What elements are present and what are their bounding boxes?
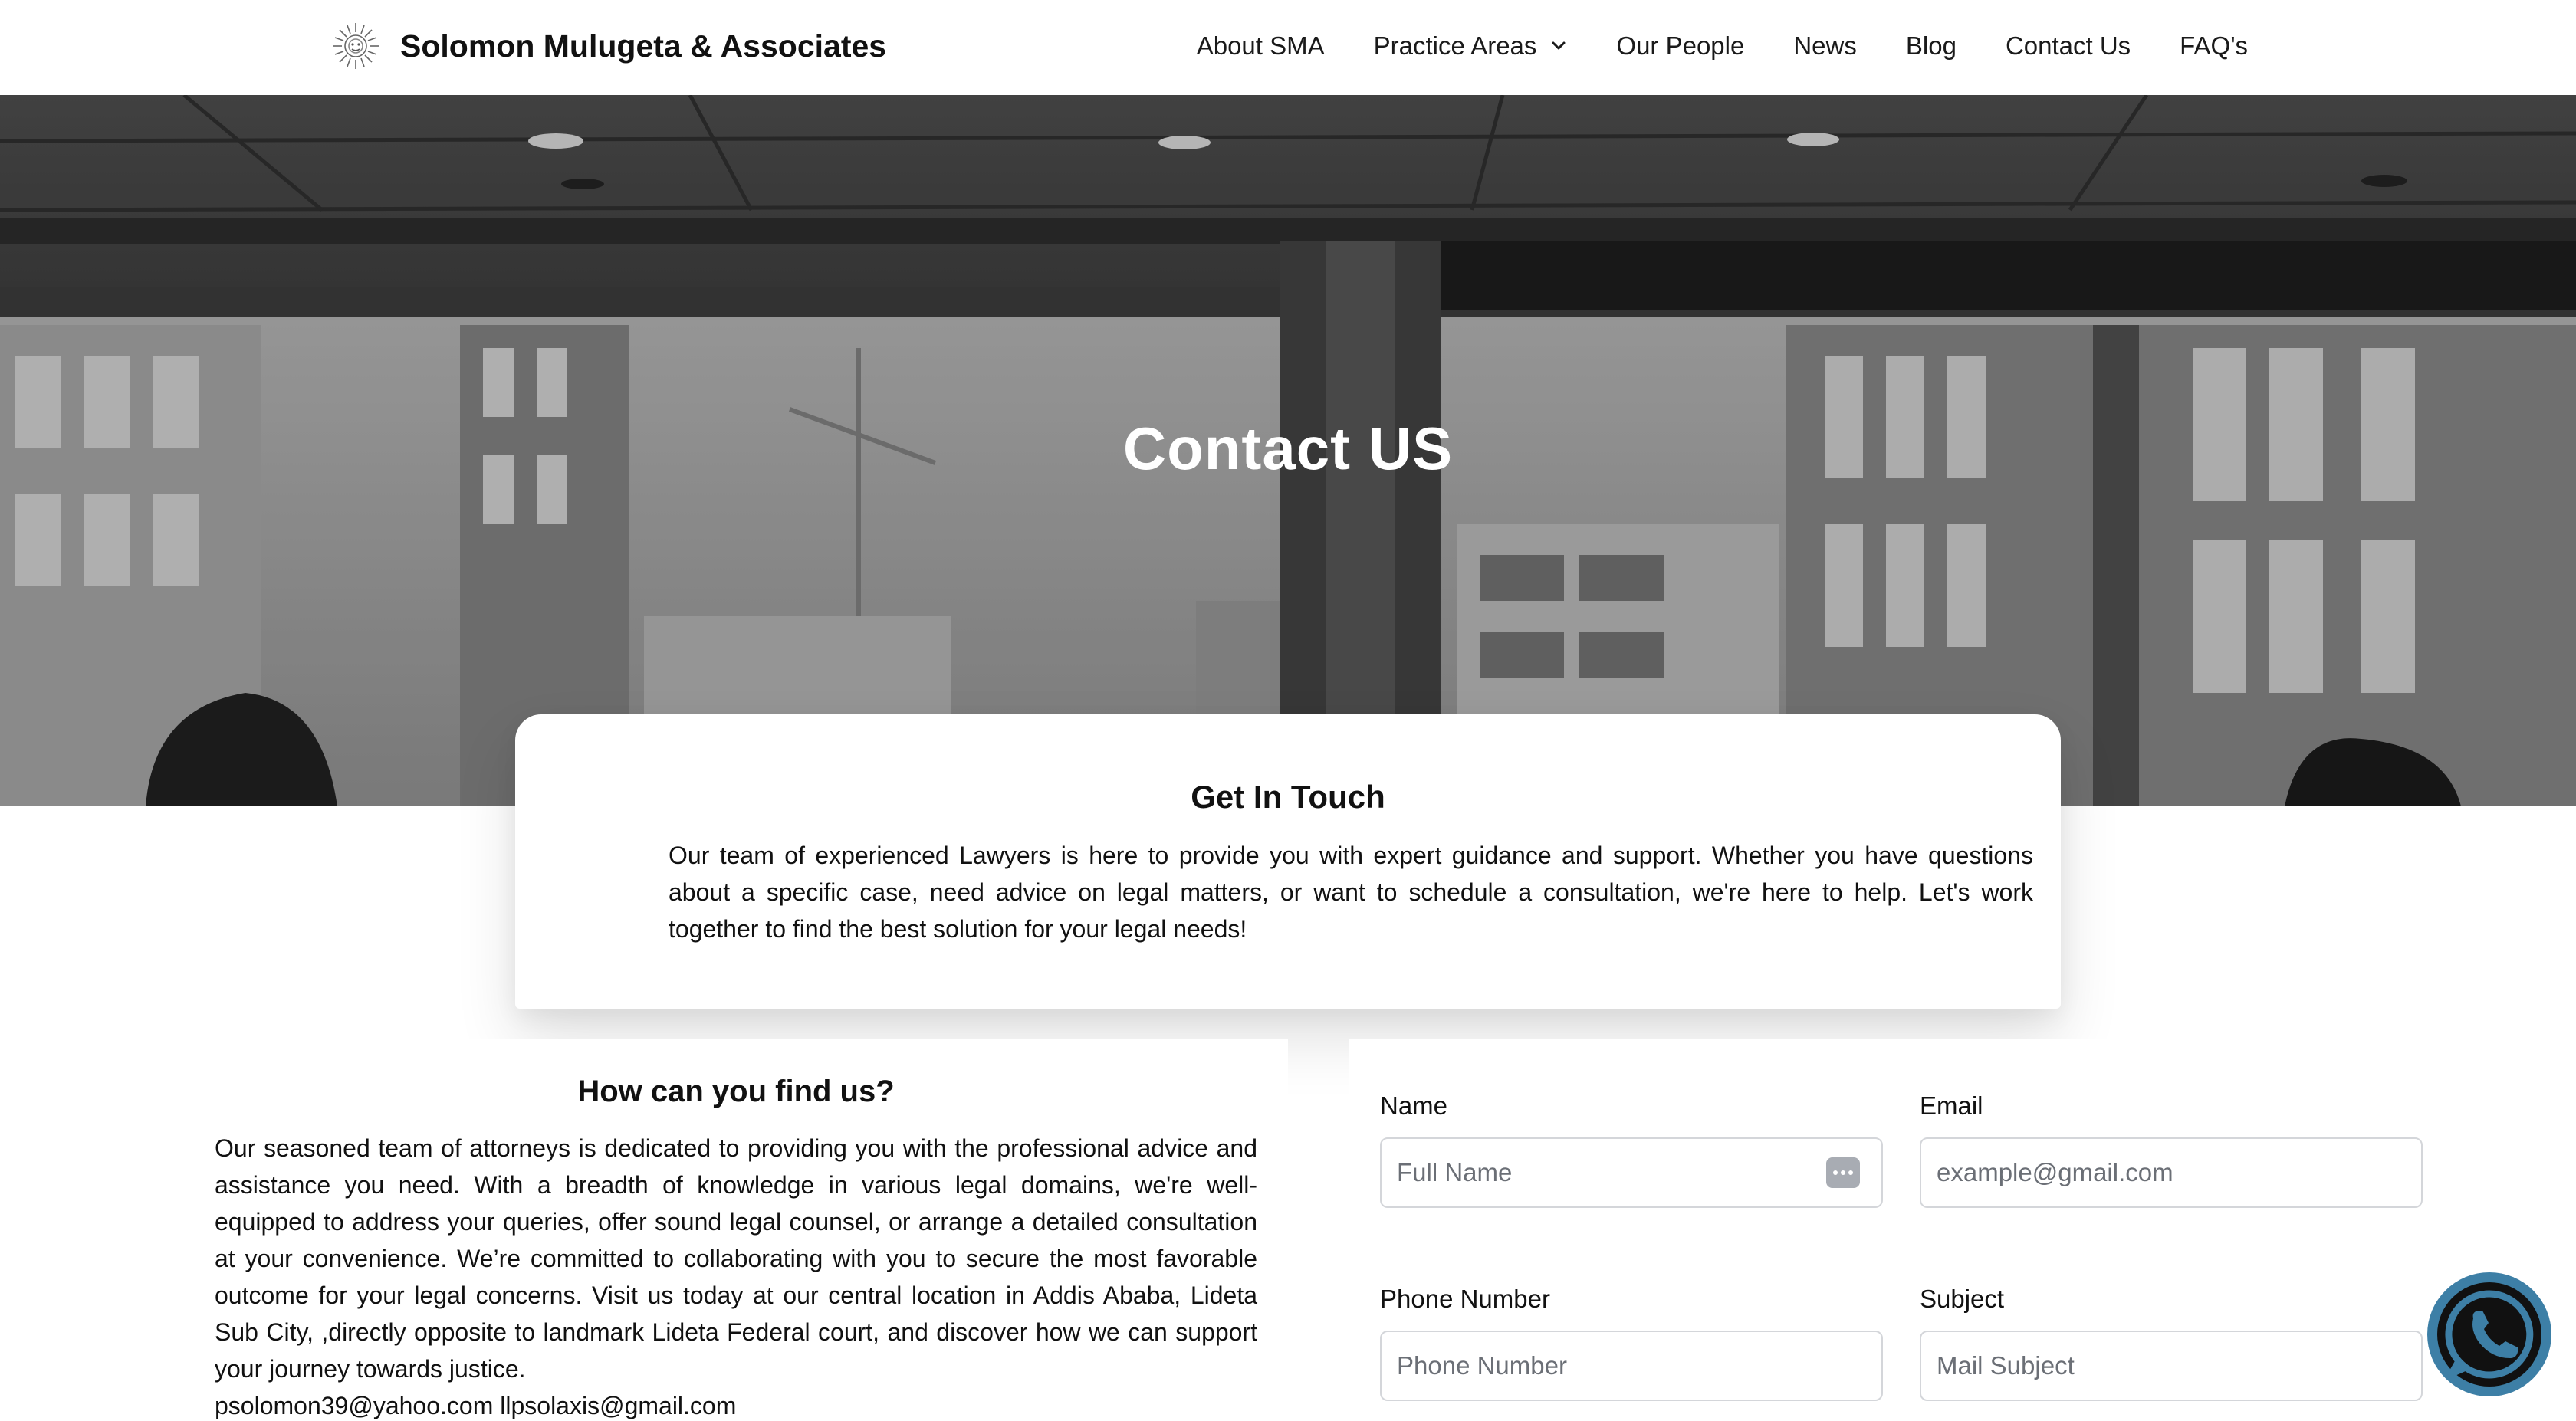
nav-label: Contact Us [2005,31,2131,60]
nav-news[interactable]: News [1793,31,1857,61]
find-us-title: How can you find us? [577,1075,895,1108]
sun-seal-logo [333,23,379,69]
subject-label: Subject [1920,1285,2005,1313]
main-nav: About SMA Practice Areas Our People News… [1197,0,2248,92]
nav-our-people[interactable]: Our People [1616,31,1744,61]
autofill-icon[interactable] [1826,1157,1860,1188]
nav-label: FAQ's [2180,31,2248,60]
email-label: Email [1920,1091,1983,1120]
nav-about-sma[interactable]: About SMA [1197,31,1325,61]
site-header: Solomon Mulugeta & Associates About SMA … [0,0,2576,95]
name-label: Name [1380,1091,1448,1120]
phone-label: Phone Number [1380,1285,1550,1313]
contact-form: Name Email Phone Number Subject [1349,1039,2453,1421]
nav-faqs[interactable]: FAQ's [2180,31,2248,61]
email-input[interactable] [1920,1137,2423,1208]
hero-title: Contact US [1122,415,1454,482]
subject-input[interactable] [1920,1331,2423,1401]
find-us-text: Our seasoned team of attorneys is dedica… [215,1134,1257,1383]
nav-label: About SMA [1196,31,1325,60]
brand-name: Solomon Mulugeta & Associates [400,28,887,64]
nav-label: News [1793,31,1857,60]
get-in-touch-title: Get In Touch [1191,779,1385,815]
nav-label: Practice Areas [1373,31,1537,60]
contact-emails: psolomon39@yahoo.com llpsolaxis@gmail.co… [215,1392,737,1419]
whatsapp-button[interactable] [2427,1272,2551,1396]
find-us-section: How can you find us? Our seasoned team o… [0,1039,1288,1421]
nav-label: Our People [1616,31,1745,60]
whatsapp-icon [2437,1282,2542,1387]
nav-blog[interactable]: Blog [1906,31,1957,61]
name-input[interactable] [1380,1137,1883,1208]
chevron-down-icon [1552,41,1566,50]
nav-contact-us[interactable]: Contact Us [2006,31,2131,61]
hero-banner: Contact US [0,95,2576,806]
get-in-touch-card: Get In Touch Our team of experienced Law… [515,714,2061,1009]
phone-input[interactable] [1380,1331,1883,1401]
get-in-touch-text: Our team of experienced Lawyers is here … [669,842,2033,943]
brand[interactable]: Solomon Mulugeta & Associates [328,18,886,74]
nav-label: Blog [1905,31,1957,60]
nav-practice-areas[interactable]: Practice Areas [1374,31,1568,61]
